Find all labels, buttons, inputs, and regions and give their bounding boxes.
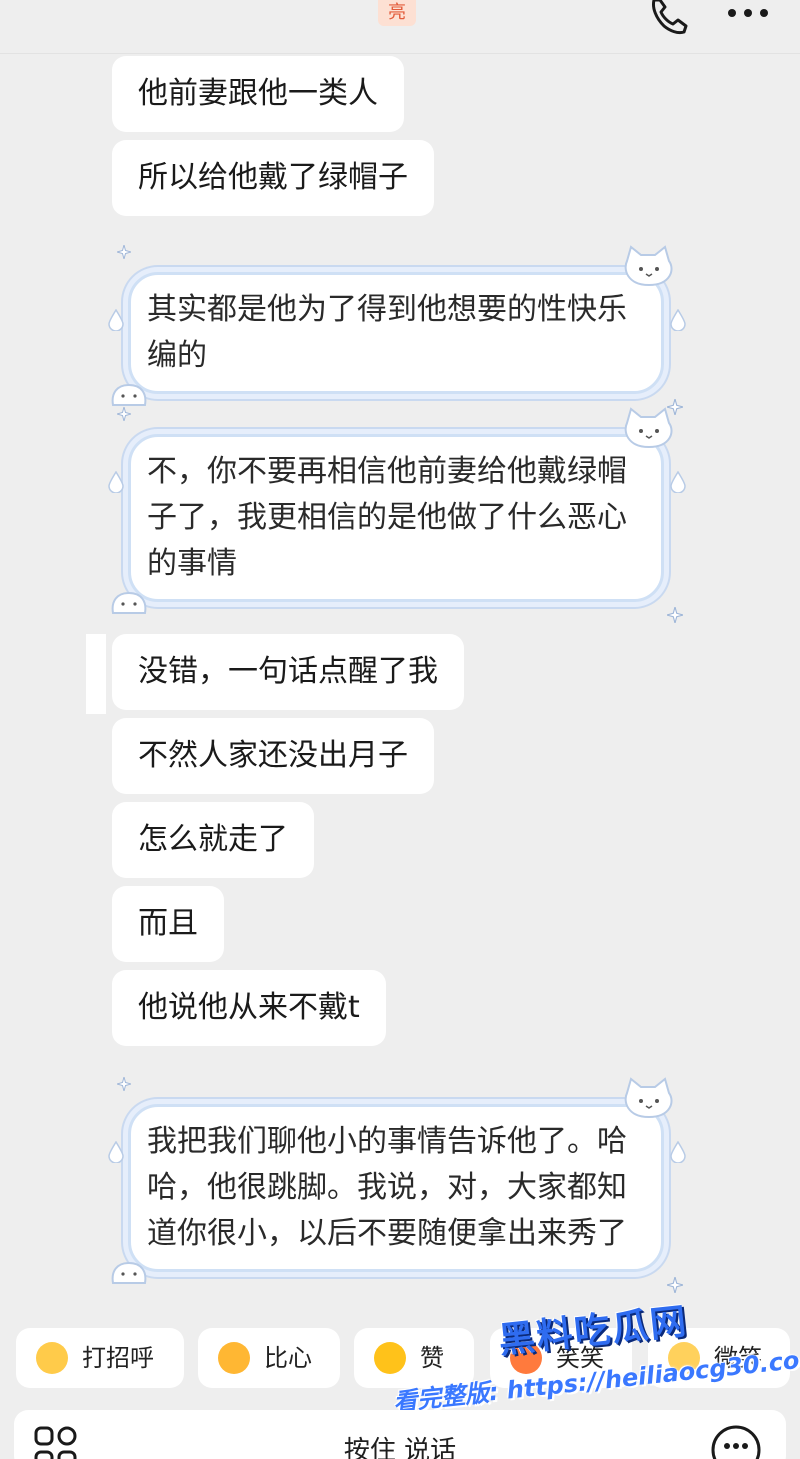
message-bubble[interactable]: 他前妻跟他一类人 <box>112 56 404 132</box>
cat-paw-icon <box>111 383 147 406</box>
message-bubble[interactable]: 怎么就走了 <box>112 802 314 878</box>
decorated-message-bubble[interactable]: 其实都是他为了得到他想要的性快乐编的 <box>108 245 686 415</box>
message-bubble[interactable]: 所以给他戴了绿帽子 <box>112 140 434 216</box>
contact-name[interactable]: 亮 <box>378 0 416 26</box>
message-text: 他前妻跟他一类人 <box>138 76 378 111</box>
message-text: 不然人家还没出月子 <box>138 738 408 773</box>
sparkle-icon <box>667 1277 683 1293</box>
cat-paw-icon <box>111 591 147 614</box>
water-drop-icon <box>108 471 124 493</box>
message-text: 我把我们聊他小的事情告诉他了。哈哈，他很跳脚。我说，对，大家都知道你很小，以后不… <box>147 1124 627 1251</box>
message-bubble[interactable]: 不然人家还没出月子 <box>112 718 434 794</box>
cat-sticker-icon <box>624 1077 673 1119</box>
message-bubble[interactable]: 没错，一句话点醒了我 <box>112 634 464 710</box>
quick-reply-label: 打招呼 <box>82 1344 154 1372</box>
decorated-message-bubble[interactable]: 我把我们聊他小的事情告诉他了。哈哈，他很跳脚。我说，对，大家都知道你很小，以后不… <box>108 1077 686 1293</box>
quick-reply-label: 比心 <box>264 1344 312 1372</box>
chat-header: 亮 <box>0 0 800 54</box>
quick-reply-heart[interactable]: 比心 <box>198 1328 340 1388</box>
wave-emoji-icon <box>36 1342 68 1374</box>
water-drop-icon <box>670 309 686 331</box>
sparkle-icon <box>117 407 131 421</box>
message-bubble[interactable]: 他说他从来不戴t <box>112 970 386 1046</box>
cat-sticker-icon <box>624 245 673 287</box>
cat-paw-icon <box>111 1261 147 1284</box>
message-bubble[interactable]: 而且 <box>112 886 224 962</box>
cat-sticker-icon <box>624 407 673 449</box>
more-options-icon[interactable] <box>710 1424 762 1459</box>
heart-hands-emoji-icon <box>218 1342 250 1374</box>
input-bar: 按住 说话 <box>14 1410 786 1459</box>
water-drop-icon <box>670 471 686 493</box>
message-text: 不，你不要再相信他前妻给他戴绿帽子了，我更相信的是他做了什么恶心的事情 <box>147 454 627 581</box>
message-text: 而且 <box>138 906 198 941</box>
message-text: 其实都是他为了得到他想要的性快乐编的 <box>147 292 627 373</box>
water-drop-icon <box>670 1141 686 1163</box>
message-text: 没错，一句话点醒了我 <box>138 654 438 689</box>
sparkle-icon <box>667 607 683 623</box>
message-list[interactable]: 他前妻跟他一类人 所以给他戴了绿帽子 其实都是他为了得到他想要的性快乐编的 不，… <box>0 54 800 1320</box>
quick-reply-wave[interactable]: 打招呼 <box>16 1328 184 1388</box>
decorated-message-bubble[interactable]: 不，你不要再相信他前妻给他戴绿帽子了，我更相信的是他做了什么恶心的事情 <box>108 407 686 623</box>
thumbs-up-emoji-icon <box>374 1342 406 1374</box>
sparkle-icon <box>117 1077 131 1091</box>
water-drop-icon <box>108 309 124 331</box>
sparkle-icon <box>117 245 131 259</box>
hold-to-talk-button[interactable]: 按住 说话 <box>14 1430 786 1459</box>
render-artifact <box>86 634 106 714</box>
more-dots-icon[interactable] <box>726 6 770 20</box>
phone-icon[interactable] <box>646 0 692 36</box>
message-text: 他说他从来不戴t <box>138 990 360 1025</box>
message-text: 怎么就走了 <box>138 822 288 857</box>
water-drop-icon <box>108 1141 124 1163</box>
message-text: 所以给他戴了绿帽子 <box>138 160 408 195</box>
